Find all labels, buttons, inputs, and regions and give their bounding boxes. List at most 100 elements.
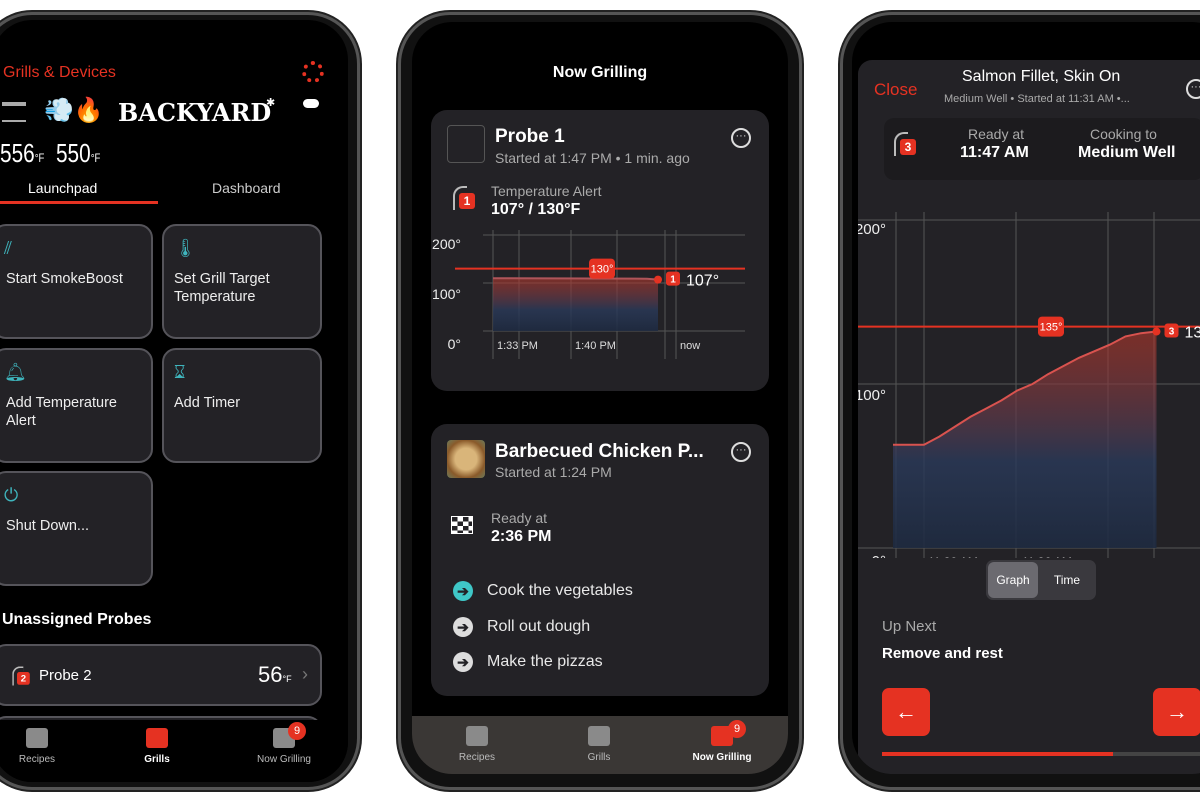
target-label: 135°: [1040, 322, 1063, 334]
tile-temp-alert[interactable]: 🔔︎ Add Temperature Alert: [0, 348, 153, 463]
tab-underline: [0, 201, 158, 204]
tabbar: Recipes Grills Now Grilling 9: [412, 716, 788, 774]
cooking-value: Medium Well: [1078, 144, 1176, 161]
current-temp-label: 107°: [686, 273, 719, 290]
book-icon: [26, 728, 48, 748]
x-tick-label: now: [1162, 555, 1184, 558]
now-grilling-badge: 9: [728, 720, 746, 738]
power-icon: ⏻: [4, 485, 19, 505]
chevron-right-icon: ›: [302, 664, 308, 684]
bluetooth-icon: ✱: [266, 97, 276, 109]
y-tick-label: 200°: [432, 236, 461, 252]
recipe-title: Barbecued Chicken P...: [495, 441, 704, 462]
smoke-fire-icon: 💨🔥: [44, 97, 104, 124]
alert-label: Temperature Alert: [491, 183, 602, 199]
tabbar-recipes[interactable]: Recipes: [432, 726, 522, 763]
grill-icon: [588, 726, 610, 746]
grill-thumbnail: [447, 125, 485, 163]
grill-icon: [2, 102, 26, 122]
x-tick-label: 1:40 PM: [575, 340, 616, 352]
arrow-right-icon: ➔: [453, 581, 473, 601]
probe-icon: 1: [453, 186, 475, 210]
segment-graph[interactable]: Graph: [988, 562, 1038, 598]
y-tick-label: 100°: [858, 387, 886, 404]
tab-dashboard[interactable]: Dashboard: [212, 180, 281, 196]
recipe-thumbnail: [447, 440, 485, 478]
more-options-icon[interactable]: ···: [1186, 79, 1200, 99]
up-next-value: Remove and rest: [882, 645, 1003, 662]
x-tick-label: 1:33 PM: [497, 340, 538, 352]
tile-smokeboost[interactable]: ⫽ Start SmokeBoost: [0, 224, 153, 339]
status-panel: 3 Ready at 11:47 AM Cooking to Medium We…: [884, 118, 1200, 180]
recipe-subtitle: Medium Well • Started at 11:31 AM •...: [944, 93, 1130, 105]
tabbar: Recipes Grills Now Grilling 9: [0, 720, 348, 782]
more-options-icon[interactable]: ···: [731, 128, 751, 148]
probe1-chart: 200° 100° 0° 1:33 PM 1:40 PM now 130° 1 107°: [432, 230, 745, 359]
recipe-card[interactable]: Barbecued Chicken P... Started at 1:24 P…: [431, 424, 769, 696]
probe-subtitle: Started at 1:47 PM • 1 min. ago: [495, 150, 690, 166]
step-item[interactable]: ➔ Make the pizzas: [453, 652, 603, 672]
cook-progress-fill: [882, 752, 1113, 756]
thermometer-icon: 🌡︎: [174, 238, 197, 258]
y-tick-label: 200°: [858, 221, 886, 238]
tabbar-grills[interactable]: Grills: [112, 728, 202, 765]
probe-name: Probe 2: [39, 667, 92, 684]
up-next-label: Up Next: [882, 618, 937, 635]
recipe-title: Salmon Fillet, Skin On: [962, 68, 1121, 85]
probe-icon: 3: [894, 132, 916, 156]
close-button[interactable]: Close: [874, 80, 917, 100]
step-item[interactable]: ➔ Cook the vegetables: [453, 581, 633, 601]
probe-title: Probe 1: [495, 126, 565, 147]
header-title: Grills & Devices: [3, 64, 116, 81]
ready-time: 2:36 PM: [491, 528, 552, 545]
segment-time[interactable]: Time: [1042, 562, 1092, 598]
target-label: 130°: [591, 264, 614, 276]
tile-shut-down[interactable]: ⏻ Shut Down...: [0, 471, 153, 586]
now-grilling-screen: Now Grilling Probe 1 Started at 1:47 PM …: [412, 22, 788, 774]
alert-value: 107° / 130°F: [491, 201, 581, 218]
grills-screen: Grills & Devices 💨🔥 BACKYARD ✱ 556°F 550…: [0, 20, 348, 782]
grill-name: BACKYARD: [118, 98, 272, 127]
x-tick-label: now: [680, 340, 700, 352]
current-temp-label: 13: [1185, 325, 1200, 342]
tabbar-grills[interactable]: Grills: [554, 726, 644, 763]
tabbar-recipes[interactable]: Recipes: [0, 728, 82, 765]
step-item[interactable]: ➔ Roll out dough: [453, 617, 590, 637]
gear-icon[interactable]: [302, 61, 324, 83]
tabbar-now-grilling[interactable]: Now Grilling: [234, 728, 334, 765]
probe-marker-number: 3: [1169, 327, 1175, 338]
section-title: Unassigned Probes: [2, 611, 152, 628]
ready-label: Ready at: [491, 510, 548, 526]
tile-set-grill-temp[interactable]: 🌡︎ Set Grill Target Temperature: [162, 224, 322, 339]
hourglass-icon: ⌛︎: [174, 362, 186, 382]
next-step-button[interactable]: →: [1153, 688, 1200, 736]
y-tick-label: 0°: [448, 336, 461, 352]
recipe-subtitle: Started at 1:24 PM: [495, 464, 612, 480]
grill-temp: 556°F 550°F: [0, 138, 101, 168]
ready-label: Ready at: [968, 126, 1025, 142]
smokeboost-icon: ⫽: [4, 238, 13, 258]
grill-icon: [146, 728, 168, 748]
book-icon: [466, 726, 488, 746]
tile-add-timer[interactable]: ⌛︎ Add Timer: [162, 348, 322, 463]
current-point: [1152, 327, 1161, 336]
probe-card[interactable]: Probe 1 Started at 1:47 PM • 1 min. ago …: [431, 110, 769, 391]
current-point: [654, 275, 662, 284]
view-segmented-control: Graph Time: [986, 560, 1096, 600]
page-title: Now Grilling: [552, 64, 648, 81]
probe-marker-number: 1: [670, 275, 676, 286]
series-area: [493, 278, 658, 331]
more-options-icon[interactable]: ···: [731, 442, 751, 462]
previous-step-button[interactable]: ←: [882, 688, 930, 736]
recipe-detail-screen: Close Salmon Fillet, Skin On Medium Well…: [852, 22, 1200, 774]
salmon-chart: 200° 100° 0° 11:30 AM 11:36 AM now 135° 3 13: [858, 212, 1200, 558]
x-tick-label: 11:30 AM: [928, 555, 978, 558]
cooking-label: Cooking to: [1090, 126, 1157, 142]
arrow-right-icon: ➔: [453, 652, 473, 672]
x-tick-label: 11:36 AM: [1022, 555, 1072, 558]
ready-time: 11:47 AM: [960, 144, 1029, 161]
cloud-icon: [303, 99, 319, 108]
tabbar-now-grilling[interactable]: Now Grilling: [670, 726, 774, 763]
probe-row[interactable]: 2 Probe 2 56°F ›: [0, 644, 322, 706]
tab-launchpad[interactable]: Launchpad: [28, 180, 97, 196]
